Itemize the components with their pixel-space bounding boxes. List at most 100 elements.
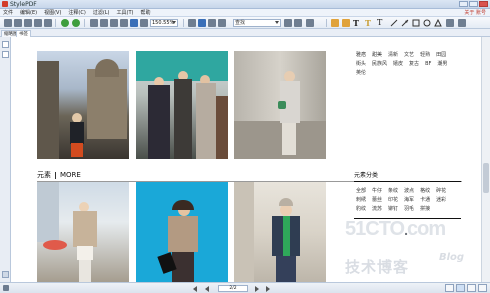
menu-file[interactable]: 文件 [3,9,13,17]
email-icon[interactable] [44,19,52,27]
actual-size-icon[interactable] [140,19,148,27]
snapshot-icon[interactable] [110,19,118,27]
tools-icon[interactable] [3,285,9,291]
arrow-tool-icon[interactable] [401,19,409,27]
rotate-icon[interactable] [218,19,226,27]
first-page-button[interactable] [193,286,197,292]
photo-green-scarf[interactable] [234,182,326,282]
fit-width-icon[interactable] [130,19,138,27]
last-page-button[interactable] [266,286,270,292]
polygon-tool-icon[interactable] [434,19,442,27]
close-button[interactable] [479,1,488,7]
print-icon[interactable] [34,19,42,27]
chevron-down-icon [172,21,176,24]
tag-link[interactable]: 印花 [388,196,398,205]
tag-link[interactable]: 流苏 [372,205,382,214]
tag-link[interactable]: 拼接 [420,205,430,214]
fit-page-icon[interactable] [120,19,128,27]
textbox-icon[interactable]: T [365,18,371,28]
facing-view-button[interactable] [467,284,476,292]
next-page-button[interactable] [255,286,259,292]
tab-bookmarks[interactable]: 书签 [16,30,31,37]
tag-link[interactable]: 田园 [436,51,446,60]
tag-link[interactable]: 碎花 [436,187,446,196]
stamp-icon[interactable] [446,19,454,27]
single-page-icon[interactable] [198,19,206,27]
tag-link[interactable]: 迷彩 [436,196,446,205]
forward-icon[interactable] [72,19,80,27]
menu-filter[interactable]: 过滤(L) [93,9,110,17]
open-icon[interactable] [4,19,12,27]
tag-link[interactable]: 甜美 [372,51,382,60]
photo-cathedral-street[interactable] [37,51,129,159]
tag-link[interactable]: 刺绣 [356,196,366,205]
vertical-scrollbar[interactable] [481,37,490,282]
tag-link[interactable]: 蕾丝 [372,196,382,205]
tag-link[interactable]: 条纹 [388,187,398,196]
continuous-page-icon[interactable] [208,19,216,27]
menu-edit[interactable]: 编辑(E) [20,9,37,17]
maximize-button[interactable] [469,1,478,7]
chevron-down-icon [275,21,279,24]
minimize-button[interactable] [459,1,468,7]
tag-link[interactable]: 雅痞 [356,51,366,60]
tag-link[interactable]: 街头 [356,60,366,69]
back-icon[interactable] [61,19,69,27]
search-next-icon[interactable] [294,19,302,27]
find-options-icon[interactable] [306,19,314,27]
tag-link[interactable]: 豹纹 [356,205,366,214]
tag-link[interactable]: 轻熟 [420,51,430,60]
select-tool-icon[interactable] [100,19,108,27]
ellipse-tool-icon[interactable] [423,19,431,27]
tag-link[interactable]: 铆钉 [388,205,398,214]
zoom-out-icon[interactable] [188,19,196,27]
tag-link[interactable]: 格纹 [420,187,430,196]
scrollbar-thumb[interactable] [483,163,489,193]
tag-link[interactable]: BF [425,60,431,69]
facing-continuous-view-button[interactable] [478,284,487,292]
bookmark-icon[interactable] [2,51,9,58]
menu-tools[interactable]: 工具(T) [117,9,134,17]
zoom-select[interactable]: 150.55% [150,19,178,27]
continuous-view-button[interactable] [456,284,465,292]
typewriter-icon[interactable]: T [353,18,359,28]
menu-view[interactable]: 视图(V) [44,9,61,17]
tag-link[interactable]: 文艺 [404,51,414,60]
text-icon[interactable]: T [377,18,382,28]
menu-comment[interactable]: 注释(C) [68,9,85,17]
attachment-icon[interactable] [2,271,9,278]
save-as-icon[interactable] [24,19,32,27]
account-link[interactable]: 关于 账号 [464,9,486,17]
tag-link[interactable]: 全部 [356,187,366,196]
tag-link[interactable]: 卡通 [420,196,430,205]
tag-link[interactable]: 牛仔 [372,187,382,196]
prev-page-button[interactable] [205,286,209,292]
photo-cardigan-outfit[interactable] [37,182,129,282]
search-input[interactable]: 查找 [233,19,281,27]
more-link[interactable]: MORE [60,171,81,179]
tag-link[interactable]: 海军 [404,196,414,205]
tag-link[interactable]: 复古 [409,60,419,69]
tag-link[interactable]: 英伦 [356,69,366,78]
tag-link[interactable]: 清新 [388,51,398,60]
search-prev-icon[interactable] [284,19,292,27]
page-number-input[interactable]: 2/2 [218,285,248,292]
more-tools-icon[interactable] [458,19,466,27]
save-icon[interactable] [14,19,22,27]
single-view-button[interactable] [445,284,454,292]
pan-tool-icon[interactable] [90,19,98,27]
page-thumbnail-icon[interactable] [2,41,9,48]
tag-link[interactable]: 波点 [404,187,414,196]
photo-blue-backdrop[interactable] [136,182,228,282]
rectangle-tool-icon[interactable] [412,19,420,27]
tag-link[interactable]: 民族风 [372,60,387,69]
photo-wall-portrait[interactable] [234,51,326,159]
tag-link[interactable]: 嬉皮 [393,60,403,69]
menu-help[interactable]: 帮助 [140,9,150,17]
tag-link[interactable]: 羽毛 [404,205,414,214]
tag-link[interactable]: 潮男 [437,60,447,69]
note-icon[interactable] [331,19,339,27]
line-tool-icon[interactable] [390,19,398,27]
photo-street-group[interactable] [136,51,228,159]
highlight-icon[interactable] [342,19,350,27]
